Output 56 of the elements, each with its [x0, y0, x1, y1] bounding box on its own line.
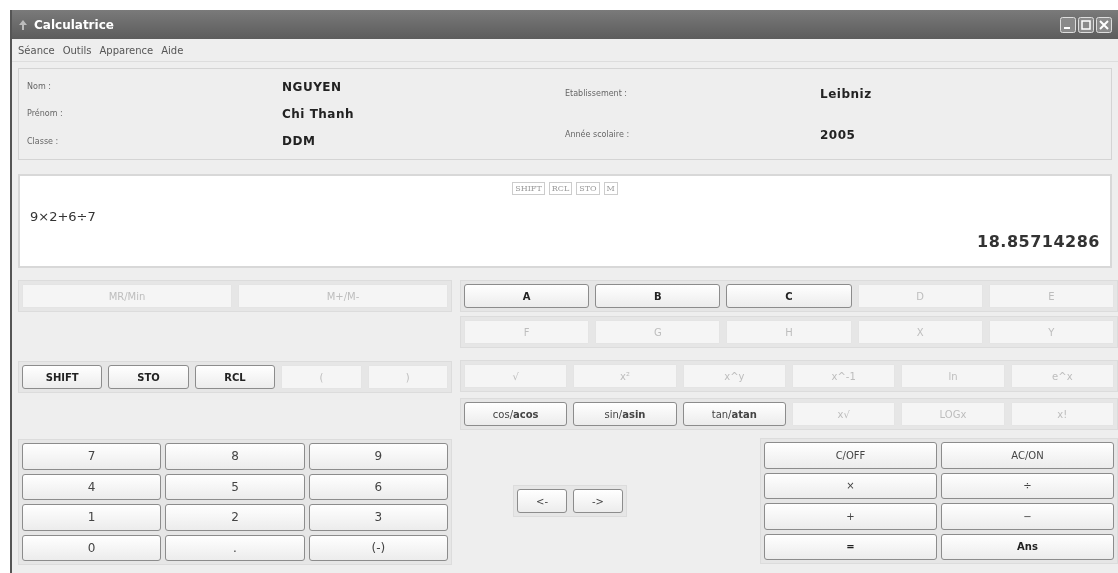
calculator-key[interactable]: 6 [308, 473, 448, 500]
calculator-key[interactable]: RCL [194, 365, 276, 389]
calculator-key[interactable]: STO [108, 365, 189, 389]
calculator-key[interactable]: 9 [308, 443, 448, 470]
calculator-key[interactable]: × [764, 472, 937, 499]
calculator-key[interactable]: cos/acos [464, 402, 568, 426]
calculator-key[interactable]: -> [573, 489, 623, 513]
calculator-key[interactable]: SHIFT [22, 365, 103, 389]
indicator-label: STO [576, 182, 600, 195]
calculator-key[interactable]: 0 [22, 534, 162, 561]
calculator-key[interactable]: AC/ON [941, 442, 1114, 469]
calculator-key[interactable]: (-) [308, 534, 448, 561]
menu-item[interactable]: Séance [18, 44, 55, 56]
calculator-key[interactable]: Ans [941, 533, 1114, 560]
field-label: Classe : [27, 136, 60, 146]
calculator-key[interactable]: <- [517, 489, 567, 513]
calculator-key[interactable]: − [941, 503, 1114, 530]
calculator-key[interactable]: 5 [165, 473, 305, 500]
field-label: Prénom : [27, 109, 64, 119]
app-icon [18, 18, 28, 31]
menu-item[interactable]: Outils [62, 44, 92, 56]
calculator-key[interactable]: = [764, 533, 937, 560]
maximize-icon[interactable] [1078, 16, 1094, 33]
field-value: Chi Thanh [282, 107, 355, 121]
calculator-key[interactable]: A [464, 284, 590, 308]
calculator-key[interactable]: + [764, 503, 937, 530]
field-value: NGUYEN [282, 79, 342, 94]
field-label: Année scolaire : [565, 130, 631, 139]
calculator-key[interactable]: C [726, 284, 852, 308]
window-title: Calculatrice [34, 17, 114, 32]
calculator-key[interactable]: 8 [165, 443, 305, 470]
field-value: Leibniz [820, 86, 872, 101]
calculator-key[interactable]: 2 [165, 504, 305, 531]
indicator-label: RCL [548, 182, 573, 195]
calculator-key[interactable]: 4 [22, 473, 162, 500]
indicator-label: SHIFT [512, 182, 545, 195]
calculator-key[interactable]: B [595, 284, 721, 308]
calculator-key[interactable]: ÷ [941, 472, 1114, 499]
close-icon[interactable] [1096, 16, 1112, 33]
calculator-key[interactable]: C/OFF [764, 442, 937, 469]
menu-item[interactable]: Aide [161, 44, 184, 56]
indicator-label: M [603, 182, 618, 195]
field-value: 2005 [820, 127, 856, 142]
expression-text: 9×2+6÷7 [30, 209, 97, 224]
calculator-key[interactable]: tan/atan [682, 402, 786, 426]
field-value: DDM [282, 134, 316, 149]
field-label: Nom : [27, 82, 52, 92]
calculator-key[interactable]: . [165, 534, 305, 561]
calculator-key[interactable]: 1 [22, 504, 162, 531]
calculator-key[interactable]: sin/asin [573, 402, 677, 426]
menu-item[interactable]: Apparence [99, 44, 154, 56]
result-text: 18.85714286 [976, 232, 1100, 251]
minimize-icon[interactable] [1060, 16, 1076, 33]
calculator-key[interactable]: 7 [22, 443, 162, 470]
field-label: Etablissement : [565, 89, 629, 98]
calculator-key[interactable]: 3 [308, 504, 448, 531]
